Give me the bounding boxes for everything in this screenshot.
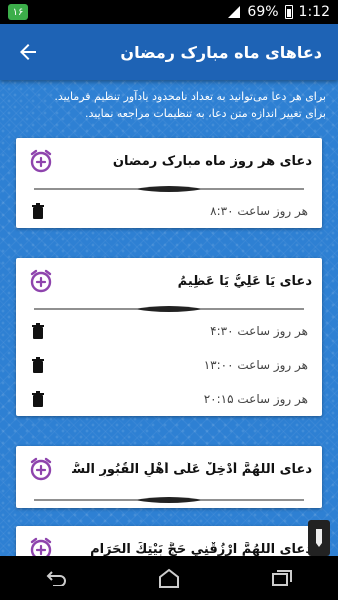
ornament-divider xyxy=(16,492,322,508)
hint-line-2: برای تغییر اندازه متن دعا، به تنظیمات مر… xyxy=(84,107,326,120)
trash-icon xyxy=(32,391,44,407)
alarm-add-icon xyxy=(30,537,52,556)
hint-text: برای هر دعا می‌توانید به تعداد نامحدود ی… xyxy=(0,80,338,138)
delete-reminder-button[interactable] xyxy=(28,355,48,375)
delete-reminder-button[interactable] xyxy=(28,321,48,341)
add-alarm-button[interactable] xyxy=(26,454,56,484)
back-button[interactable] xyxy=(0,24,56,80)
arrow-back-icon xyxy=(20,44,36,60)
battery-icon xyxy=(284,5,293,19)
page-title: دعاهای ماه مبارک رمضان xyxy=(120,42,322,62)
reminder-time: هر روز ساعت ۸:۳۰ xyxy=(210,204,308,218)
alarm-add-icon xyxy=(30,457,52,481)
reminder-time: هر روز ساعت ۴:۳۰ xyxy=(210,324,308,338)
reminder-row: هر روز ساعت ۴:۳۰ xyxy=(16,314,322,348)
reminder-time: هر روز ساعت ۲۰:۱۵ xyxy=(203,392,308,406)
dua-title: دعای هر روز ماه مبارک رمضان xyxy=(112,153,312,169)
hint-line-1: برای هر دعا می‌توانید به تعداد نامحدود ی… xyxy=(54,90,326,103)
nav-home-button[interactable] xyxy=(145,556,193,600)
reminder-row: هر روز ساعت ۸:۳۰ xyxy=(16,194,322,228)
dua-card[interactable]: دعای اللَّهُمَّ ارْزُقْنِي حَجَّ بَيْتِك… xyxy=(16,526,322,556)
alarm-add-icon xyxy=(30,269,52,293)
alarm-add-icon xyxy=(30,149,52,173)
add-alarm-button[interactable] xyxy=(26,146,56,176)
dua-card[interactable]: دعای هر روز ماه مبارک رمضان هر روز ساعت … xyxy=(16,138,322,228)
dua-title: دعای يَا عَلِيُّ يَا عَظِيمُ xyxy=(177,273,312,289)
content-area[interactable]: برای هر دعا می‌توانید به تعداد نامحدود ی… xyxy=(0,80,338,556)
reminder-row: هر روز ساعت ۲۰:۱۵ xyxy=(16,382,322,416)
reminder-row: هر روز ساعت ۱۳:۰۰ xyxy=(16,348,322,382)
dua-title: دعای اللَّهُمَّ أَدْخِلْ عَلَى أَهْلِ ال… xyxy=(72,461,312,477)
status-bar: ۱۶ 69% 1:12 xyxy=(0,0,338,24)
add-alarm-button[interactable] xyxy=(26,266,56,296)
trash-icon xyxy=(32,323,44,339)
delete-reminder-button[interactable] xyxy=(28,201,48,221)
signal-icon xyxy=(228,6,241,18)
nav-back-button[interactable] xyxy=(32,556,80,600)
trash-icon xyxy=(32,203,44,219)
trash-icon xyxy=(32,357,44,373)
overlay-badge[interactable] xyxy=(308,520,330,556)
add-alarm-button[interactable] xyxy=(26,534,56,556)
nav-back-icon xyxy=(46,571,67,586)
notification-badge: ۱۶ xyxy=(8,4,28,20)
nav-recents-button[interactable] xyxy=(258,556,306,600)
delete-reminder-button[interactable] xyxy=(28,389,48,409)
battery-percent: 69% xyxy=(247,4,279,20)
nav-recents-icon xyxy=(271,570,292,586)
clock: 1:12 xyxy=(298,4,330,20)
dua-title: دعای اللَّهُمَّ ارْزُقْنِي حَجَّ بَيْتِك… xyxy=(90,541,312,557)
reminder-time: هر روز ساعت ۱۳:۰۰ xyxy=(203,358,308,372)
system-nav-bar xyxy=(0,556,338,600)
ornament-divider xyxy=(16,184,322,194)
pen-icon xyxy=(316,529,322,547)
app-bar: دعاهای ماه مبارک رمضان xyxy=(0,24,338,80)
dua-card[interactable]: دعای اللَّهُمَّ أَدْخِلْ عَلَى أَهْلِ ال… xyxy=(16,446,322,508)
dua-card[interactable]: دعای يَا عَلِيُّ يَا عَظِيمُ هر روز ساعت… xyxy=(16,258,322,416)
ornament-divider xyxy=(16,304,322,314)
nav-home-icon xyxy=(158,568,179,588)
